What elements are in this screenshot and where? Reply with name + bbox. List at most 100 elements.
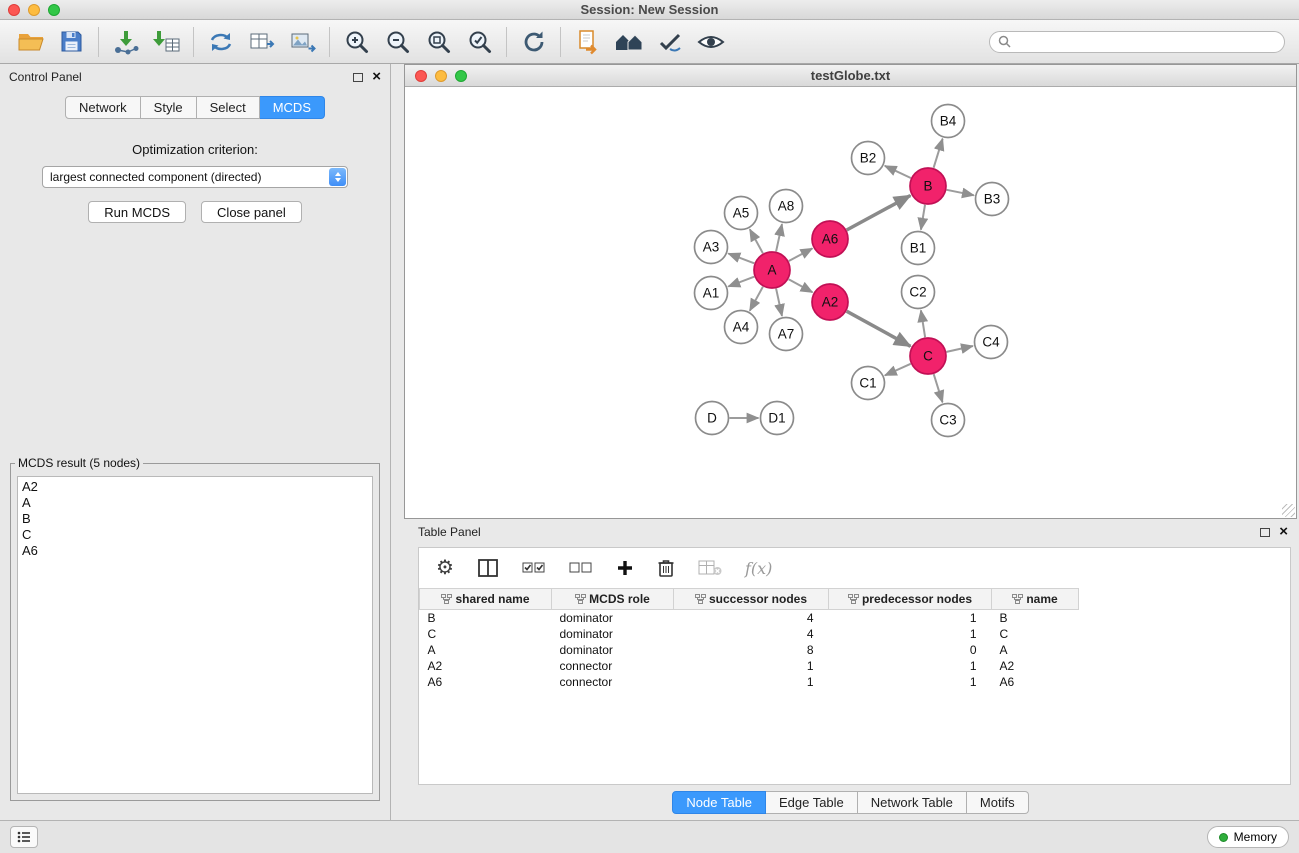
edge-A2-C[interactable]: [847, 311, 911, 346]
node-A3[interactable]: A3: [695, 231, 728, 264]
edge-A-A4[interactable]: [750, 287, 763, 311]
node-A1[interactable]: A1: [695, 277, 728, 310]
memory-button[interactable]: Memory: [1207, 826, 1289, 848]
node-B[interactable]: B: [910, 168, 946, 204]
select-all-columns-icon[interactable]: [522, 559, 546, 577]
optimization-criterion-select[interactable]: largest connected component (directed): [42, 166, 348, 188]
zoom-window-button[interactable]: [48, 4, 60, 16]
close-table-panel-icon[interactable]: ×: [1279, 526, 1288, 538]
save-session-button[interactable]: [51, 24, 92, 60]
minimize-network-window-button[interactable]: [435, 70, 447, 82]
table-settings-gear-icon[interactable]: ⚙: [436, 558, 454, 578]
node-C2[interactable]: C2: [902, 276, 935, 309]
node-B2[interactable]: B2: [852, 142, 885, 175]
node-A2[interactable]: A2: [812, 284, 848, 320]
close-panel-button[interactable]: Close panel: [201, 201, 302, 223]
edge-A-A7[interactable]: [776, 289, 782, 316]
zoom-fit-button[interactable]: [418, 24, 459, 60]
export-image-button[interactable]: [282, 24, 323, 60]
edge-A6-B[interactable]: [847, 196, 911, 231]
float-table-panel-icon[interactable]: [1260, 528, 1270, 537]
delete-table-icon[interactable]: [698, 559, 722, 577]
mcds-result-item[interactable]: C: [22, 527, 368, 543]
control-tab-mcds[interactable]: MCDS: [260, 96, 325, 119]
graphics-details-button[interactable]: [690, 24, 731, 60]
edge-A-A8[interactable]: [776, 224, 782, 251]
search-field[interactable]: [989, 31, 1285, 53]
zoom-out-button[interactable]: [377, 24, 418, 60]
close-panel-icon[interactable]: ×: [372, 71, 381, 83]
edge-C-C1[interactable]: [885, 364, 911, 376]
table-row[interactable]: Adominator80A: [420, 642, 1079, 658]
node-C1[interactable]: C1: [852, 367, 885, 400]
node-A8[interactable]: A8: [770, 190, 803, 223]
new-table-button[interactable]: [241, 24, 282, 60]
node-A6[interactable]: A6: [812, 221, 848, 257]
float-panel-icon[interactable]: [353, 73, 363, 82]
search-input[interactable]: [1016, 35, 1276, 49]
edge-A-A1[interactable]: [728, 277, 754, 287]
refresh-button[interactable]: [513, 24, 554, 60]
column-header-successor-nodes[interactable]: successor nodes: [674, 589, 829, 610]
column-header-shared-name[interactable]: shared name: [420, 589, 552, 610]
function-builder-fx-icon[interactable]: f(x): [745, 559, 772, 578]
resize-grip-icon[interactable]: [1282, 504, 1295, 517]
edge-C-C4[interactable]: [947, 346, 973, 352]
table-row[interactable]: A2connector11A2: [420, 658, 1079, 674]
edge-B-B3[interactable]: [947, 190, 974, 196]
edge-A-A2[interactable]: [789, 279, 813, 292]
minimize-window-button[interactable]: [28, 4, 40, 16]
table-row[interactable]: A6connector11A6: [420, 674, 1079, 690]
run-mcds-button[interactable]: Run MCDS: [88, 201, 186, 223]
control-tab-style[interactable]: Style: [141, 96, 197, 119]
edge-B-B4[interactable]: [934, 139, 943, 168]
task-history-button[interactable]: [10, 826, 38, 848]
node-B4[interactable]: B4: [932, 105, 965, 138]
table-tab-network-table[interactable]: Network Table: [858, 791, 967, 814]
control-tab-select[interactable]: Select: [197, 96, 260, 119]
column-header-name[interactable]: name: [992, 589, 1079, 610]
mcds-result-item[interactable]: A2: [22, 479, 368, 495]
edge-C-C3[interactable]: [934, 374, 943, 402]
copy-document-button[interactable]: [567, 24, 608, 60]
node-C[interactable]: C: [910, 338, 946, 374]
network-graph[interactable]: B4B2BB3A5A8A6B1A3AC2A1A2A4A7C4CC1C3DD1: [405, 87, 1297, 517]
mcds-result-list[interactable]: A2ABCA6: [17, 476, 373, 794]
mcds-result-item[interactable]: A6: [22, 543, 368, 559]
mcds-result-item[interactable]: A: [22, 495, 368, 511]
unselect-all-columns-icon[interactable]: [569, 559, 593, 577]
node-B3[interactable]: B3: [976, 183, 1009, 216]
edge-C-C2[interactable]: [921, 310, 925, 337]
edge-B-B2[interactable]: [885, 166, 911, 178]
zoom-selected-button[interactable]: [459, 24, 500, 60]
network-canvas[interactable]: B4B2BB3A5A8A6B1A3AC2A1A2A4A7C4CC1C3DD1: [405, 87, 1296, 518]
show-columns-icon[interactable]: [477, 558, 499, 578]
mcds-result-item[interactable]: B: [22, 511, 368, 527]
new-network-button[interactable]: [200, 24, 241, 60]
column-header-predecessor-nodes[interactable]: predecessor nodes: [829, 589, 992, 610]
table-row[interactable]: Cdominator41C: [420, 626, 1079, 642]
zoom-in-button[interactable]: [336, 24, 377, 60]
node-C3[interactable]: C3: [932, 404, 965, 437]
apply-style-button[interactable]: [649, 24, 690, 60]
table-tab-node-table[interactable]: Node Table: [672, 791, 766, 814]
edge-B-B1[interactable]: [921, 205, 925, 230]
column-header-MCDS-role[interactable]: MCDS role: [552, 589, 674, 610]
edge-A-A3[interactable]: [728, 254, 754, 264]
node-D[interactable]: D: [696, 402, 729, 435]
close-network-window-button[interactable]: [415, 70, 427, 82]
node-A4[interactable]: A4: [725, 311, 758, 344]
table-row[interactable]: Bdominator41B: [420, 610, 1079, 626]
node-A7[interactable]: A7: [770, 318, 803, 351]
node-D1[interactable]: D1: [761, 402, 794, 435]
node-C4[interactable]: C4: [975, 326, 1008, 359]
open-session-button[interactable]: [10, 24, 51, 60]
table-tab-edge-table[interactable]: Edge Table: [766, 791, 858, 814]
node-B1[interactable]: B1: [902, 232, 935, 265]
edge-A-A6[interactable]: [789, 248, 813, 261]
delete-column-trash-icon[interactable]: [657, 558, 675, 578]
layout-homes-button[interactable]: [608, 24, 649, 60]
create-column-plus-icon[interactable]: [616, 559, 634, 577]
node-A5[interactable]: A5: [725, 197, 758, 230]
table-tab-motifs[interactable]: Motifs: [967, 791, 1029, 814]
